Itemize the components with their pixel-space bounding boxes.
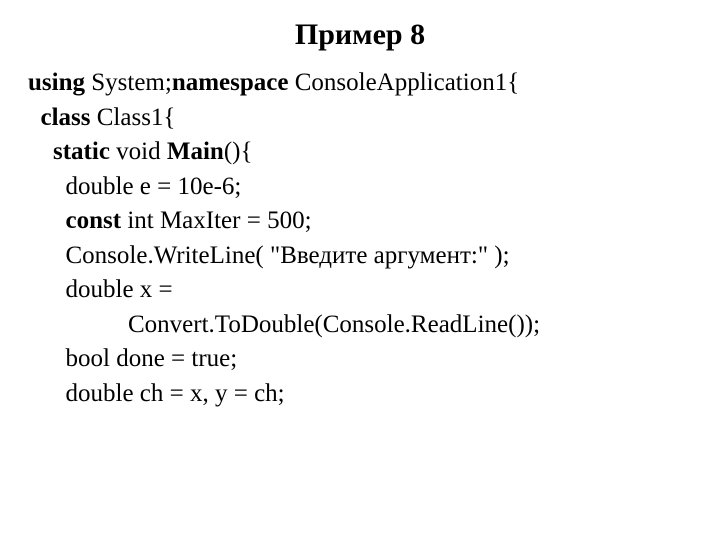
- keyword-const: const: [66, 207, 122, 234]
- text: void: [110, 138, 167, 165]
- slide: Пример 8 using System;namespace ConsoleA…: [0, 0, 720, 429]
- keyword-class: class: [41, 104, 91, 131]
- keyword-static: static: [53, 138, 110, 165]
- code-line-3: static void Main(){: [53, 138, 252, 165]
- code-line-9: bool done = true;: [66, 345, 238, 372]
- code-block: using System;namespace ConsoleApplicatio…: [28, 66, 692, 411]
- text: int MaxIter = 500;: [121, 207, 311, 234]
- code-line-6: Console.WriteLine( "Введите аргумент:" )…: [66, 242, 510, 269]
- text: (){: [224, 138, 253, 165]
- code-line-4: double e = 10e-6;: [66, 173, 242, 200]
- slide-title: Пример 8: [28, 18, 692, 52]
- text: Class1{: [91, 104, 176, 131]
- code-line-10: double ch = x, y = ch;: [66, 380, 285, 407]
- code-line-5: const int MaxIter = 500;: [66, 207, 312, 234]
- code-line-8: Convert.ToDouble(Console.ReadLine());: [128, 311, 540, 338]
- text: ConsoleApplication1{: [288, 69, 519, 96]
- keyword-namespace: namespace: [172, 69, 289, 96]
- keyword-main: Main: [167, 138, 224, 165]
- text: System;: [85, 69, 172, 96]
- code-line-2: class Class1{: [41, 104, 176, 131]
- code-line-7: double x =: [66, 276, 173, 303]
- code-line-1: using System;namespace ConsoleApplicatio…: [28, 69, 519, 96]
- keyword-using: using: [28, 69, 85, 96]
